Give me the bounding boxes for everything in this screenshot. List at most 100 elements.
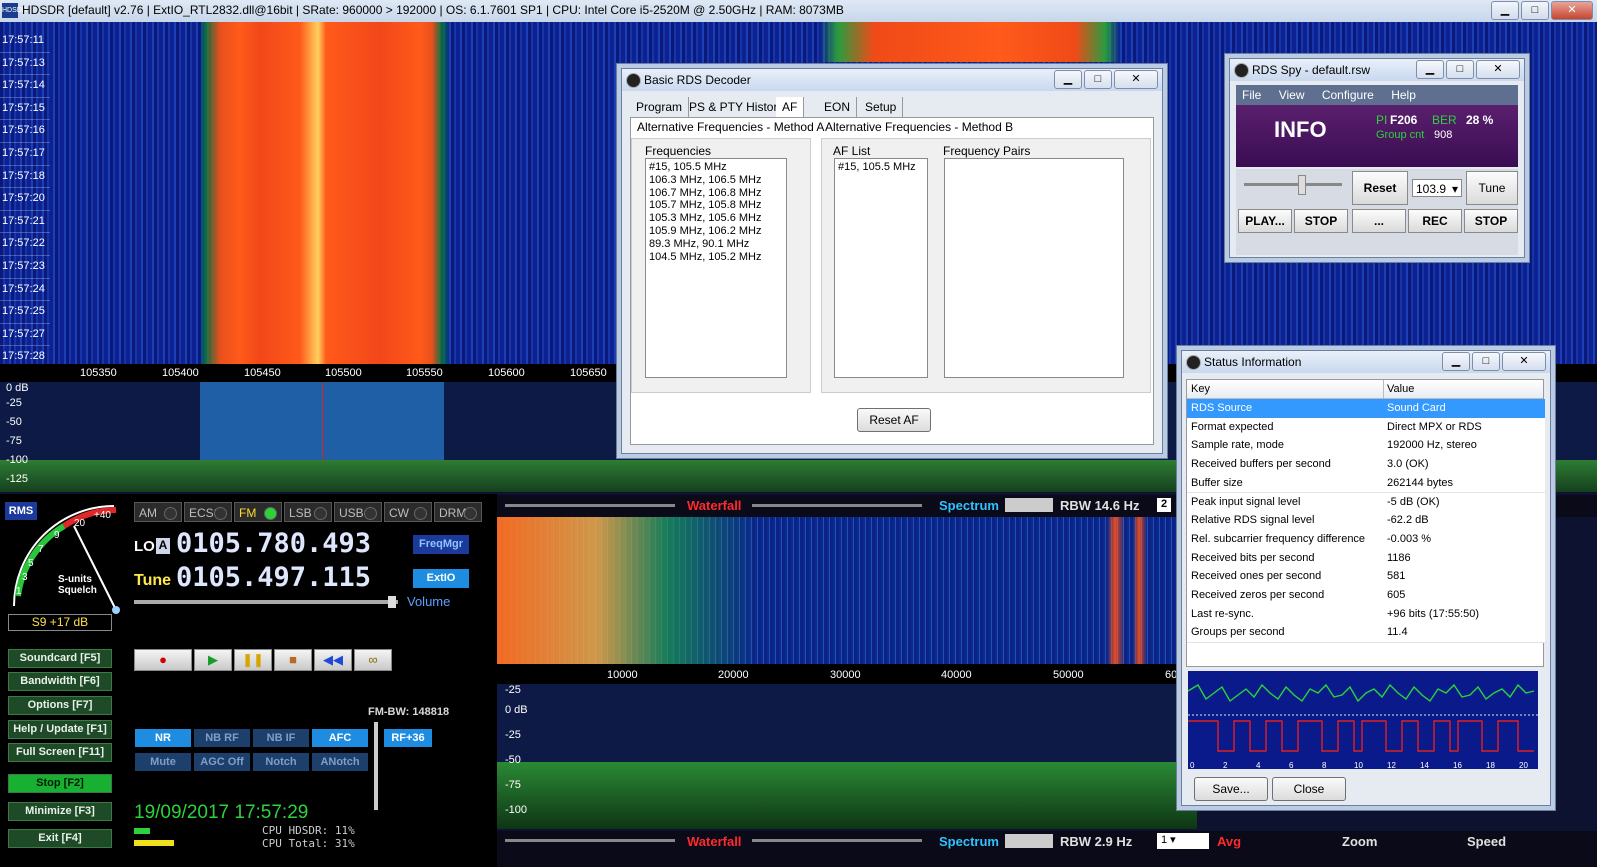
mode-am-button[interactable]: AM [134,502,182,522]
lo-frequency[interactable]: 0105.780.493 [176,528,371,559]
reset-button[interactable]: Reset [1352,171,1408,205]
list-item[interactable]: 104.5 MHz, 105.2 MHz [649,251,783,264]
rec-button[interactable]: REC [1408,209,1462,233]
tab-af[interactable]: AF [776,97,805,117]
frequency-select[interactable]: 103.9 ▾ [1412,179,1462,197]
menu-view[interactable]: View [1279,88,1305,102]
rewind-icon[interactable]: ◀◀ [314,649,352,671]
list-item[interactable]: 105.3 MHz, 105.6 MHz [649,212,783,225]
minimize-button[interactable]: ▁ [1491,1,1519,20]
menu-file[interactable]: File [1242,88,1261,102]
stop-button[interactable]: Stop [F2] [8,774,112,793]
table-row[interactable]: Received buffers per second 3.0 (OK) [1187,455,1545,475]
lo-a-button[interactable]: A [156,538,170,554]
help-update-button[interactable]: Help / Update [F1] [8,720,112,739]
af-list[interactable]: #15, 105.5 MHz [834,158,928,378]
tab-ps-pty-history[interactable]: PS & PTY History [683,97,791,117]
table-row[interactable]: Rel. subcarrier frequency difference -0.0… [1187,529,1545,550]
rf-gain-slider[interactable] [374,722,378,810]
close-button[interactable]: ✕ [1476,60,1520,79]
rf-gain-button[interactable]: RF+36 [384,729,432,747]
column-key[interactable]: Key [1191,380,1210,398]
tune-frequency[interactable]: 0105.497.115 [176,562,371,593]
save-button[interactable]: Save... [1194,777,1268,801]
options-button[interactable]: Options [F7] [8,696,112,715]
tune-button[interactable]: Tune [1466,171,1518,205]
rbw-stepper[interactable] [1005,498,1053,512]
table-row[interactable]: Received bits per second 1186 [1187,548,1545,569]
spectrum-slider[interactable] [752,504,922,507]
nr-button[interactable]: NR [135,729,191,747]
table-row[interactable]: Last re-sync. +96 bits (17:55:50) [1187,604,1545,625]
close-dialog-button[interactable]: Close [1272,777,1346,801]
table-row[interactable]: Sample rate, mode 192000 Hz, stereo [1187,436,1545,457]
minimize-button[interactable]: ▁ [1416,60,1444,79]
rbw-stepper[interactable] [1005,834,1053,848]
column-value[interactable]: Value [1387,380,1414,398]
table-row[interactable]: Format expected Direct MPX or RDS [1187,417,1545,438]
menu-configure[interactable]: Configure [1322,88,1374,102]
record-icon[interactable]: ● [134,649,192,671]
list-item[interactable]: 105.7 MHz, 105.8 MHz [649,199,783,212]
menu-help[interactable]: Help [1391,88,1416,102]
volume-slider-handle[interactable] [388,596,396,608]
loop-icon[interactable]: ∞ [354,649,392,671]
play-button[interactable]: PLAY... [1238,209,1292,233]
input-level-handle[interactable] [1298,175,1306,195]
nb-rf-button[interactable]: NB RF [194,729,250,747]
spectrum-slider[interactable] [752,839,922,842]
mode-usb-button[interactable]: USB [334,502,382,522]
play-icon[interactable]: ▶ [194,649,232,671]
full-screen-button[interactable]: Full Screen [F11] [8,743,112,762]
frequencies-list[interactable]: #15, 105.5 MHz 106.3 MHz, 106.5 MHz 106.… [645,158,787,378]
bandwidth-button[interactable]: Bandwidth [F6] [8,672,112,691]
afc-button[interactable]: AFC [312,729,368,747]
mode-lsb-button[interactable]: LSB [284,502,332,522]
maximize-button[interactable]: □ [1446,60,1474,79]
rbw-count[interactable]: 2 [1157,498,1171,512]
pause-icon[interactable]: ❚❚ [234,649,272,671]
reset-af-button[interactable]: Reset AF [857,408,931,432]
maximize-button[interactable]: □ [1472,352,1500,371]
volume-slider[interactable] [134,600,398,604]
input-level-slider[interactable] [1244,183,1342,186]
mode-ecss-button[interactable]: ECSS [184,502,232,522]
browse-button[interactable]: ... [1352,209,1406,233]
list-item[interactable]: #15, 105.5 MHz [838,161,924,174]
mode-cw-button[interactable]: CW [384,502,432,522]
nb-if-button[interactable]: NB IF [253,729,309,747]
list-item[interactable]: 89.3 MHz, 90.1 MHz [649,238,783,251]
table-row[interactable]: Groups per second 11.4 [1187,623,1545,644]
list-item[interactable]: 105.9 MHz, 106.2 MHz [649,225,783,238]
extio-button[interactable]: ExtIO [413,569,469,588]
mute-button[interactable]: Mute [135,753,191,771]
mode-drm-button[interactable]: DRM [434,502,482,522]
anotch-button[interactable]: ANotch [312,753,368,771]
notch-button[interactable]: Notch [253,753,309,771]
tab-eon[interactable]: EON [818,97,858,117]
minimize-button[interactable]: ▁ [1054,70,1082,89]
minimize-app-button[interactable]: Minimize [F3] [8,802,112,821]
stop-rec-button[interactable]: STOP [1464,209,1518,233]
list-item[interactable]: #15, 105.5 MHz [649,161,783,174]
table-row[interactable]: Relative RDS signal level -62.2 dB [1187,511,1545,531]
table-row[interactable]: Peak input signal level -5 dB (OK) [1187,492,1545,513]
close-button[interactable]: ✕ [1551,1,1593,20]
freqmgr-button[interactable]: FreqMgr [413,535,469,554]
waterfall-slider[interactable] [505,839,675,842]
table-row[interactable]: Received zeros per second 605 [1187,586,1545,606]
exit-button[interactable]: Exit [F4] [8,829,112,848]
table-row[interactable]: Buffer size 262144 bytes [1187,473,1545,494]
agc-button[interactable]: AGC Off [194,753,250,771]
avg-select[interactable]: 1 ▾ [1157,833,1209,849]
waterfall-slider[interactable] [505,504,675,507]
maximize-button[interactable]: □ [1521,1,1549,20]
frequency-pairs-list[interactable] [944,158,1124,378]
maximize-button[interactable]: □ [1084,70,1112,89]
soundcard-button[interactable]: Soundcard [F5] [8,649,112,668]
tab-setup[interactable]: Setup [859,97,904,117]
table-row[interactable]: RDS Source Sound Card [1187,399,1545,419]
list-item[interactable]: 106.7 MHz, 106.8 MHz [649,187,783,200]
list-item[interactable]: 106.3 MHz, 106.5 MHz [649,174,783,187]
af-waterfall[interactable] [497,517,1197,664]
